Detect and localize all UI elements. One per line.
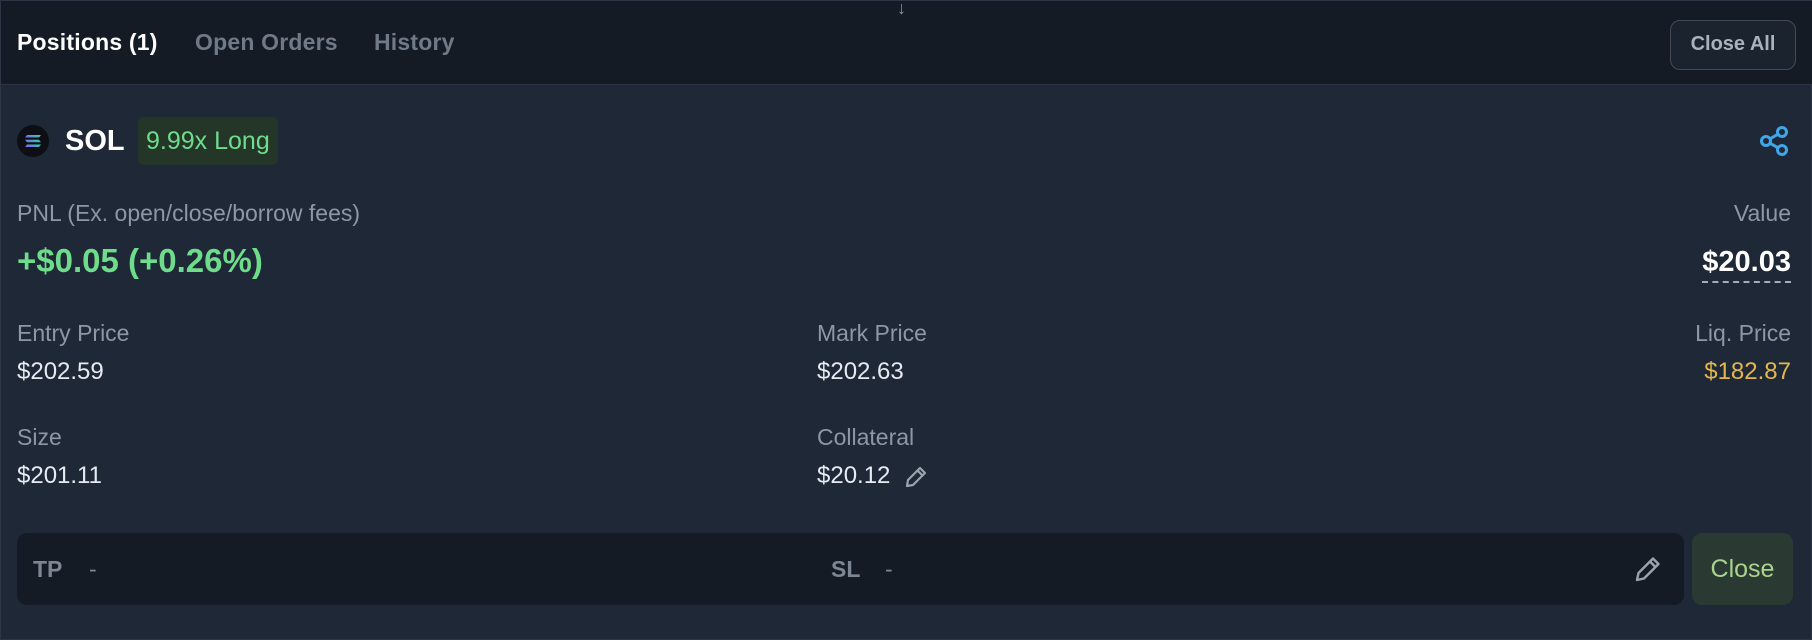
liq-price-value: $182.87	[1704, 358, 1791, 385]
size-value: $201.11	[17, 462, 102, 489]
position-value[interactable]: $20.03	[1702, 245, 1791, 283]
arrow-down-icon[interactable]: ↓	[897, 0, 906, 17]
collateral-label: Collateral	[817, 424, 915, 450]
collateral-value: $20.12	[817, 462, 891, 489]
entry-price-value: $202.59	[17, 358, 104, 385]
close-position-button[interactable]: Close	[1692, 533, 1793, 605]
tp-sl-bar[interactable]: TP - SL -	[17, 533, 1684, 605]
size-label: Size	[17, 424, 62, 450]
sl-value: -	[885, 556, 893, 582]
entry-price-label: Entry Price	[17, 320, 130, 346]
tab-history[interactable]: History	[374, 27, 455, 57]
sl-label: SL	[831, 556, 861, 582]
positions-panel: ↓ Positions (1) Open Orders History Clos…	[0, 0, 1812, 640]
mark-price-label: Mark Price	[817, 320, 927, 346]
liq-price-label: Liq. Price	[1695, 320, 1791, 346]
value-label: Value	[1733, 200, 1791, 226]
leverage-side-badge: 9.99x Long	[138, 117, 278, 165]
close-all-button[interactable]: Close All	[1670, 20, 1796, 70]
pnl-label: PNL (Ex. open/close/borrow fees)	[17, 200, 361, 226]
asset-name: SOL	[65, 125, 125, 157]
tp-label: TP	[33, 556, 63, 582]
mark-price-value: $202.63	[817, 358, 904, 385]
share-icon[interactable]	[1759, 125, 1789, 157]
tab-open-orders[interactable]: Open Orders	[195, 27, 338, 57]
positions-header: ↓ Positions (1) Open Orders History Clos…	[1, 0, 1812, 85]
solana-logo-icon	[17, 125, 49, 157]
tab-positions[interactable]: Positions (1)	[17, 27, 158, 57]
pnl-value: +$0.05 (+0.26%)	[17, 242, 263, 279]
edit-tp-sl-pencil-icon[interactable]	[1632, 553, 1664, 585]
tp-value: -	[89, 556, 97, 582]
edit-collateral-pencil-icon[interactable]	[903, 464, 929, 490]
